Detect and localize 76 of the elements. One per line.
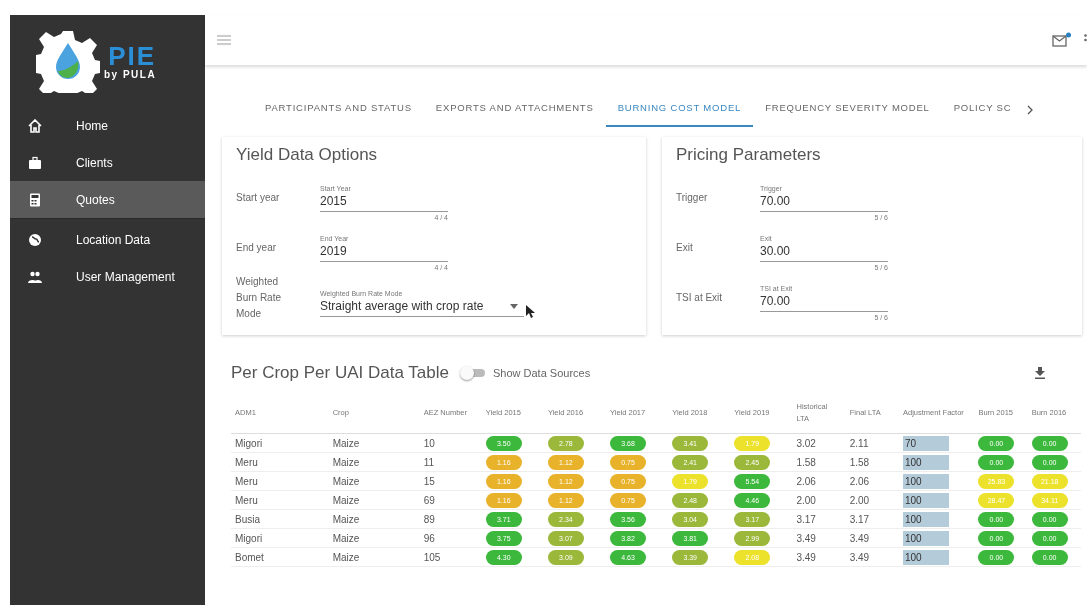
table-cell: 3.49	[849, 532, 870, 544]
table-cell: 2.00	[796, 494, 816, 506]
table-title: Per Crop Per UAI Data Table	[231, 363, 449, 383]
table-cell: Meru	[235, 456, 258, 468]
table-cell: Maize	[332, 513, 360, 525]
field-label: End year	[236, 241, 278, 255]
table-cell: 2.11	[849, 437, 869, 449]
table-cell: 1.58	[796, 456, 816, 468]
input-field[interactable]: 100	[902, 492, 949, 508]
table-cell: Maize	[332, 494, 360, 506]
sidebar-item[interactable]: User Management	[10, 258, 205, 295]
field-label: TSI at Exit	[676, 291, 724, 305]
table-cell: Maize	[332, 532, 360, 544]
field-label: Exit	[676, 241, 694, 255]
chevron-right-icon[interactable]	[1027, 105, 1034, 115]
toggle-label: Show Data Sources	[492, 367, 591, 379]
table-cell: 10	[423, 437, 435, 449]
table-cell: Maize	[332, 437, 360, 449]
caret-icon	[510, 303, 518, 309]
tab[interactable]: PARTICIPANTS AND STATUS	[253, 93, 424, 127]
sidebar-item[interactable]: Quotes	[10, 181, 205, 218]
tab[interactable]: EXPORTS AND ATTACHMENTS	[423, 93, 606, 127]
table-cell: 15	[423, 475, 435, 487]
download-icon[interactable]	[1035, 367, 1045, 379]
input-field[interactable]: 70	[902, 435, 949, 451]
field-label: Weighted Burn Rate Mode	[236, 275, 283, 321]
table-cell: 1.58	[849, 456, 870, 468]
tab[interactable]: BURNING COST MODEL	[605, 93, 754, 127]
table-cell: 2.00	[849, 494, 870, 506]
sidebar-item[interactable]: Location Data	[10, 221, 205, 258]
table-cell: Maize	[332, 475, 360, 487]
table-cell: Meru	[235, 475, 258, 487]
input-field[interactable]: 100	[902, 511, 949, 527]
table-cell: Meru	[235, 494, 258, 506]
table-cell: 89	[423, 513, 435, 525]
table-cell: 3.17	[849, 513, 870, 525]
globe-icon	[28, 232, 42, 247]
table-cell: 3.49	[849, 551, 870, 563]
mail-icon[interactable]	[1052, 32, 1072, 48]
input-field[interactable]: 100	[902, 454, 949, 470]
table-cell: Bomet	[235, 551, 264, 563]
table-cell: Busia	[235, 513, 260, 525]
gear-drop-logo-icon	[36, 29, 100, 93]
pointer-cursor-icon	[526, 305, 535, 318]
table-cell: 105	[423, 551, 441, 563]
card-title: Yield Data Options	[236, 145, 379, 165]
table-cell: 2.06	[849, 475, 870, 487]
table-cell: Migori	[235, 532, 263, 544]
card-title: Pricing Parameters	[676, 145, 822, 165]
home-icon	[28, 118, 42, 133]
table-cell: 3.17	[796, 513, 816, 525]
input-field[interactable]: 100	[902, 530, 949, 546]
table-cell: 3.02	[796, 437, 816, 449]
field-label: Start year	[236, 191, 281, 205]
input-field[interactable]: 100	[902, 549, 949, 565]
calculator-icon	[28, 192, 42, 207]
field-label: Trigger	[676, 191, 709, 205]
table-cell: 3.49	[796, 551, 816, 563]
table-cell: Maize	[332, 456, 360, 468]
table-cell: 3.49	[796, 532, 816, 544]
brand-name: PIE	[108, 42, 157, 69]
input-field[interactable]: 100	[902, 473, 949, 489]
briefcase-icon	[28, 155, 42, 170]
sidebar-item[interactable]: Clients	[10, 144, 205, 181]
people-icon	[28, 269, 42, 284]
brand-tagline: by PULA	[104, 68, 157, 80]
table-cell: 69	[423, 494, 435, 506]
tab[interactable]: POLICY SC	[941, 93, 1024, 127]
table-cell: Migori	[235, 437, 263, 449]
table-cell: 2.06	[796, 475, 816, 487]
table-cell: 11	[423, 456, 434, 468]
sidebar-item[interactable]: Home	[10, 107, 205, 144]
toggle-switch[interactable]	[462, 369, 485, 377]
tab[interactable]: FREQUENCY SEVERITY MODEL	[753, 93, 942, 127]
table-cell: Maize	[332, 551, 360, 563]
table-cell: 96	[423, 532, 435, 544]
